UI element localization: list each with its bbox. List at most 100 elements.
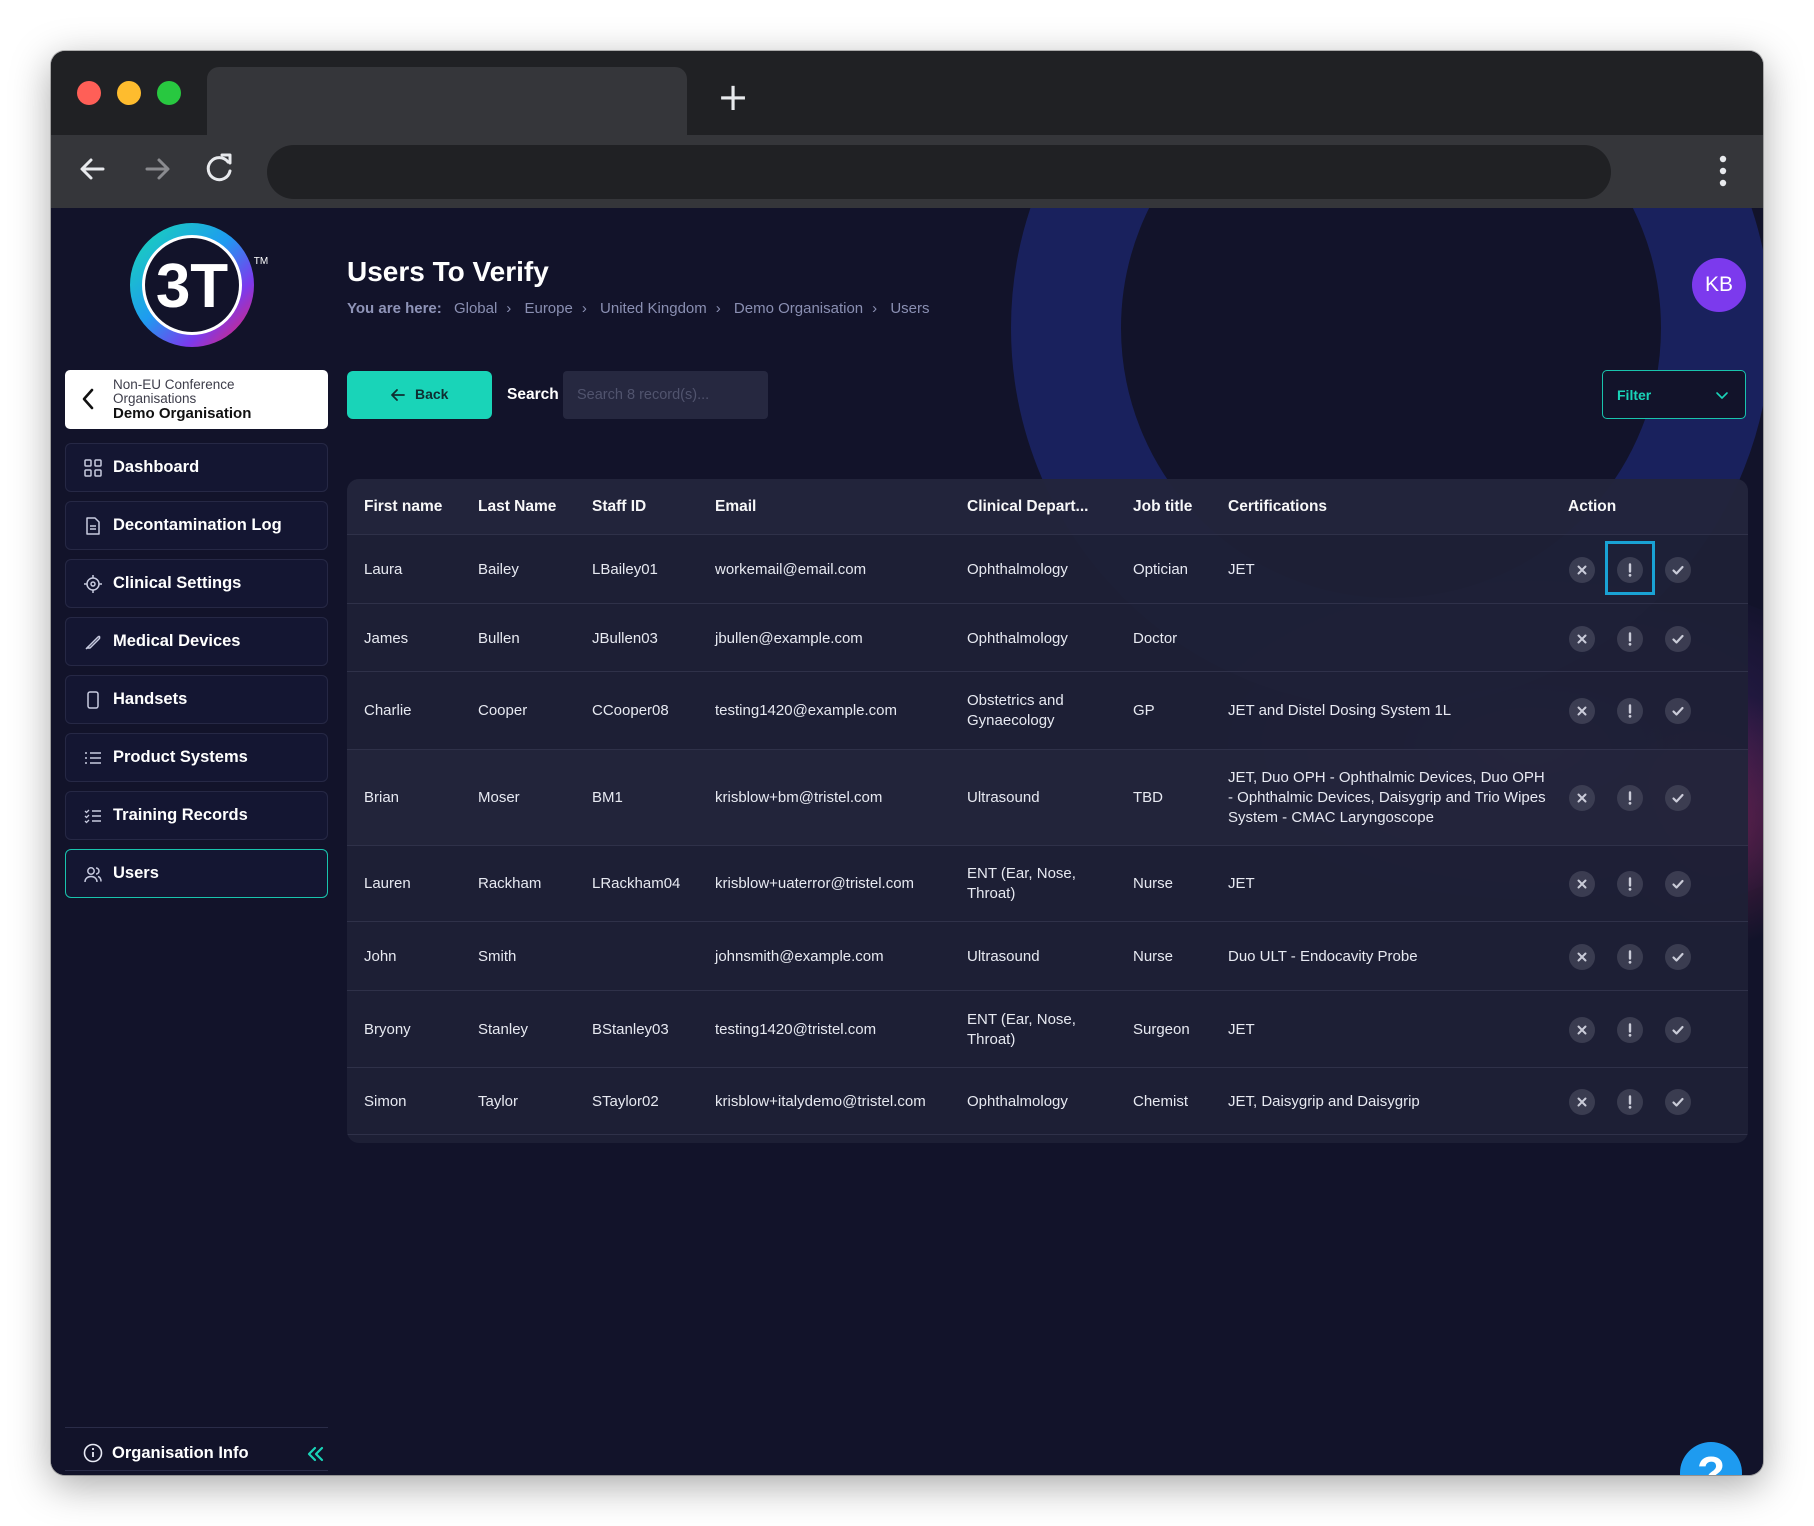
chevron-right-icon: › bbox=[506, 300, 512, 317]
browser-menu-button[interactable] bbox=[1713, 149, 1733, 193]
verify-user-button[interactable] bbox=[1665, 625, 1691, 652]
breadcrumb-item-demo-organisation[interactable]: Demo Organisation bbox=[734, 300, 863, 317]
reload-button[interactable] bbox=[197, 147, 241, 191]
flag-user-button[interactable] bbox=[1617, 943, 1643, 970]
chevron-down-icon bbox=[1716, 392, 1728, 399]
reject-icon bbox=[1577, 706, 1587, 716]
list-icon bbox=[85, 752, 101, 764]
filter-label: Filter bbox=[1617, 387, 1652, 403]
verify-user-button[interactable] bbox=[1665, 698, 1691, 724]
table-row[interactable]: Charlie Cooper CCooper08 testing1420@exampl… bbox=[347, 672, 1748, 750]
cell-first: Simon bbox=[364, 1093, 407, 1110]
close-window-button[interactable] bbox=[77, 81, 101, 105]
cell-last: Cooper bbox=[478, 702, 528, 719]
cell-first: Charlie bbox=[364, 702, 412, 719]
verify-user-button[interactable] bbox=[1665, 943, 1691, 970]
verify-user-button[interactable] bbox=[1665, 1016, 1691, 1043]
organisation-info-button[interactable]: Organisation Info bbox=[65, 1429, 328, 1475]
table-row[interactable]: Lauren Rackham LRackham04 krisblow+uaterror… bbox=[347, 846, 1748, 922]
cell-last: Bailey bbox=[478, 561, 519, 578]
chevron-right-icon: › bbox=[581, 300, 587, 317]
flag-icon bbox=[1628, 1094, 1632, 1109]
breadcrumb-item-users[interactable]: Users bbox=[890, 300, 929, 317]
flag-user-button[interactable] bbox=[1617, 1088, 1643, 1115]
cell-job: Doctor bbox=[1133, 630, 1178, 647]
sidebar-item-dashboard[interactable]: Dashboard bbox=[65, 443, 328, 492]
flag-user-button[interactable] bbox=[1617, 785, 1643, 811]
sidebar-item-decontamination-log[interactable]: Decontamination Log bbox=[65, 501, 328, 550]
reject-user-button[interactable] bbox=[1569, 698, 1595, 724]
verify-user-button[interactable] bbox=[1665, 871, 1691, 897]
breadcrumb-item-united-kingdom[interactable]: United Kingdom bbox=[600, 300, 707, 317]
sidebar-item-product-systems[interactable]: Product Systems bbox=[65, 733, 328, 782]
reject-user-button[interactable] bbox=[1569, 556, 1595, 583]
minimize-window-button[interactable] bbox=[117, 81, 141, 105]
breadcrumb-item-europe[interactable]: Europe bbox=[524, 300, 572, 317]
reject-user-button[interactable] bbox=[1569, 1016, 1595, 1043]
breadcrumb-item-global[interactable]: Global bbox=[454, 300, 497, 317]
flag-user-button[interactable] bbox=[1617, 625, 1643, 652]
cell-email: testing1420@tristel.com bbox=[715, 1021, 877, 1038]
table-row[interactable]: Simon Taylor STaylor02 krisblow+italydemo@t… bbox=[347, 1068, 1748, 1135]
browser-tab[interactable] bbox=[207, 67, 687, 135]
help-button[interactable]: ? bbox=[1680, 1442, 1742, 1475]
reject-icon bbox=[1577, 793, 1587, 803]
svg-text:TM: TM bbox=[254, 256, 268, 267]
column-header-first-name[interactable]: First name bbox=[364, 498, 442, 516]
collapse-sidebar-icon[interactable] bbox=[304, 1443, 326, 1465]
sidebar-item-handsets[interactable]: Handsets bbox=[65, 675, 328, 724]
verify-user-button[interactable] bbox=[1665, 556, 1691, 583]
sidebar-item-users[interactable]: Users bbox=[65, 849, 328, 898]
sidebar-item-training-records[interactable]: Training Records bbox=[65, 791, 328, 840]
cell-job: Nurse bbox=[1133, 948, 1174, 965]
column-header-job-title[interactable]: Job title bbox=[1133, 498, 1192, 516]
flag-user-button[interactable] bbox=[1617, 698, 1643, 724]
avatar[interactable]: KB bbox=[1692, 258, 1746, 312]
back-button[interactable]: Back bbox=[347, 371, 492, 419]
table-row[interactable]: Laura Bailey LBailey01 workemail@email.com O… bbox=[347, 535, 1748, 604]
sidebar-item-label: Handsets bbox=[113, 690, 188, 708]
flag-user-button[interactable] bbox=[1617, 871, 1643, 897]
address-bar[interactable] bbox=[267, 145, 1611, 199]
brand-logo[interactable]: 3T TM bbox=[129, 222, 269, 352]
feather-icon bbox=[85, 635, 101, 650]
back-nav-button[interactable] bbox=[71, 147, 115, 191]
reject-icon bbox=[1577, 634, 1587, 643]
column-header-last-name[interactable]: Last Name bbox=[478, 498, 556, 516]
table-header: First name Last Name Staff ID Email Clin… bbox=[347, 479, 1748, 535]
reject-icon bbox=[1577, 952, 1587, 961]
reject-user-button[interactable] bbox=[1569, 785, 1595, 811]
column-header-certifications[interactable]: Certifications bbox=[1228, 498, 1327, 516]
cell-dept: Ophthalmology bbox=[967, 561, 1068, 578]
cell-job: Chemist bbox=[1133, 1093, 1189, 1110]
new-tab-button[interactable]: + bbox=[715, 78, 751, 116]
table-row[interactable]: Brian Moser BM1 krisblow+bm@tristel.com Ultr… bbox=[347, 750, 1748, 846]
table-row[interactable]: John Smith johnsmith@example.com Ultrasound… bbox=[347, 922, 1748, 991]
flag-user-button[interactable] bbox=[1617, 1016, 1643, 1043]
column-header-staff-id[interactable]: Staff ID bbox=[592, 498, 646, 516]
maximize-window-button[interactable] bbox=[157, 81, 181, 105]
column-header-clinical-department[interactable]: Clinical Depart... bbox=[967, 498, 1088, 516]
column-header-action: Action bbox=[1568, 498, 1617, 515]
verify-user-button[interactable] bbox=[1665, 785, 1691, 811]
organisation-switcher[interactable]: Non-EU Conference Organisations Demo Org… bbox=[65, 370, 328, 429]
browser-chrome: + bbox=[51, 51, 1763, 208]
verify-user-button[interactable] bbox=[1665, 1088, 1691, 1115]
filter-dropdown[interactable]: Filter bbox=[1602, 370, 1746, 419]
sidebar-item-clinical-settings[interactable]: Clinical Settings bbox=[65, 559, 328, 608]
parent-organisation-label: Non-EU Conference Organisations bbox=[113, 377, 235, 406]
cell-job: TBD bbox=[1133, 789, 1163, 806]
table-row[interactable]: James Bullen JBullen03 jbullen@example.com O… bbox=[347, 605, 1748, 672]
cell-last: Bullen bbox=[478, 630, 520, 647]
reject-user-button[interactable] bbox=[1569, 871, 1595, 897]
reject-user-button[interactable] bbox=[1569, 625, 1595, 652]
reject-user-button[interactable] bbox=[1569, 1088, 1595, 1115]
column-header-email[interactable]: Email bbox=[715, 498, 756, 516]
forward-nav-button[interactable] bbox=[135, 147, 179, 191]
reject-user-button[interactable] bbox=[1569, 943, 1595, 970]
table-row[interactable]: Bryony Stanley BStanley03 testing1420@trist… bbox=[347, 991, 1748, 1068]
cell-certs: JET and Distel Dosing System 1L bbox=[1228, 702, 1452, 719]
breadcrumb-prefix: You are here: bbox=[347, 300, 442, 317]
search-input[interactable] bbox=[563, 371, 768, 419]
sidebar-item-medical-devices[interactable]: Medical Devices bbox=[65, 617, 328, 666]
